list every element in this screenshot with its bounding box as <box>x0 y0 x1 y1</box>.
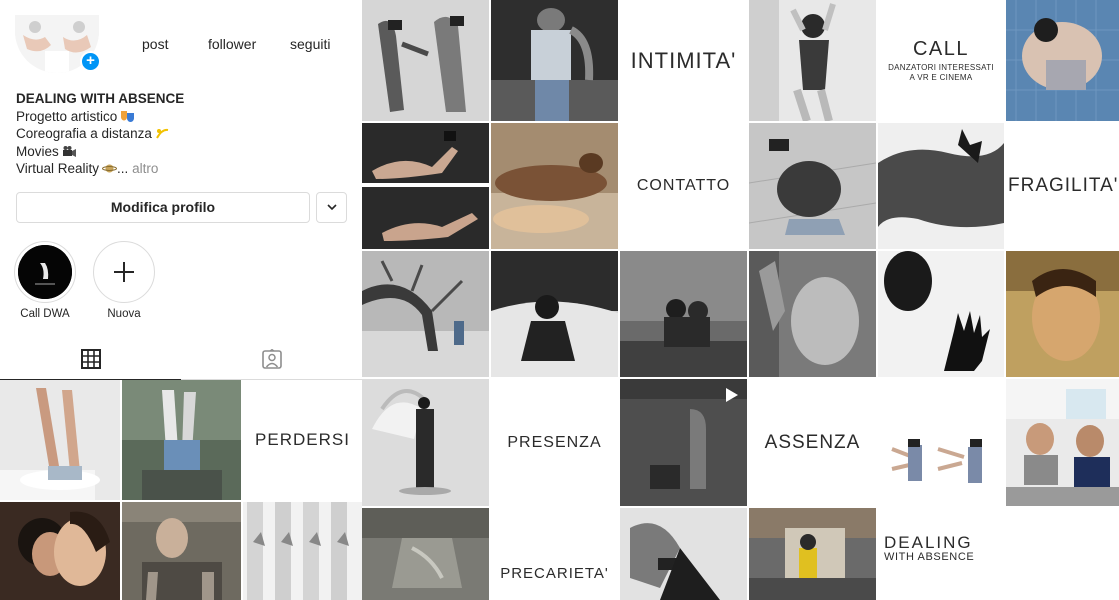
highlight-label: Nuova <box>107 308 141 320</box>
bio-line: Virtual Reality... altro <box>16 160 184 178</box>
grid-post[interactable] <box>1006 379 1119 506</box>
grid-post[interactable] <box>362 0 489 121</box>
highlight-call-dwa[interactable]: Call DWA <box>13 241 77 320</box>
grid-post[interactable] <box>620 508 747 600</box>
new-highlight-circle <box>93 241 155 303</box>
planet-icon <box>102 162 118 175</box>
post-thumbnail[interactable] <box>122 502 241 600</box>
chevron-down-icon <box>326 204 337 211</box>
grid-post[interactable] <box>362 123 489 249</box>
profile-panel: + post follower seguiti DEALING WITH ABS… <box>0 0 362 600</box>
bio-line: Coreografia a distanza <box>16 125 184 143</box>
post-caption: FRAGILITA' <box>1008 175 1119 196</box>
grid-post[interactable] <box>620 379 747 506</box>
post-caption-title: DEALING <box>884 533 973 552</box>
grid-post[interactable] <box>1006 251 1119 377</box>
post-caption-subtitle: DANZATORI INTERESSATI A VR E CINEMA <box>888 63 994 82</box>
post-caption: PERDERSI <box>255 430 350 449</box>
bio-ellipsis: ... <box>117 161 129 176</box>
bio-text: Movies <box>16 143 59 159</box>
post-thumbnail[interactable] <box>243 502 362 600</box>
bio-text: Virtual Reality <box>16 161 100 176</box>
grid-post[interactable] <box>620 251 747 377</box>
grid-post-text[interactable]: PRESENZA <box>491 379 618 506</box>
bio-text: Progetto artistico <box>16 108 118 124</box>
post-thumbnail[interactable] <box>122 380 241 500</box>
bio-more-link[interactable]: altro <box>132 161 158 176</box>
grid-post-text[interactable]: ASSENZA <box>749 379 876 506</box>
profile-bio: DEALING WITH ABSENCE Progetto artistico … <box>16 90 184 178</box>
bio-line: Movies <box>16 143 184 161</box>
grid-icon[interactable] <box>81 349 101 374</box>
dizzy-star-icon <box>155 127 170 140</box>
grid-post[interactable] <box>491 0 618 121</box>
post-caption-subtitle: WITH ABSENCE <box>884 551 975 563</box>
grid-post-text[interactable]: DEALING WITH ABSENCE <box>878 508 1004 600</box>
suggested-accounts-button[interactable] <box>316 192 347 223</box>
grid-post[interactable] <box>491 123 618 249</box>
grid-post[interactable] <box>749 508 876 600</box>
grid-post-text[interactable]: FRAGILITA' <box>1006 123 1119 249</box>
video-play-icon <box>726 388 738 402</box>
plus-icon <box>114 262 134 282</box>
grid-post[interactable] <box>749 0 876 121</box>
following-count-label[interactable]: seguiti <box>290 36 330 52</box>
highlight-new[interactable]: Nuova <box>92 241 156 320</box>
profile-name: DEALING WITH ABSENCE <box>16 91 185 106</box>
highlight-label: Call DWA <box>20 308 70 320</box>
profile-post-grid: PERDERSI <box>0 380 362 600</box>
grid-post[interactable] <box>1006 0 1119 121</box>
theater-masks-icon <box>120 110 135 123</box>
post-caption: PRECARIETA' <box>500 565 609 582</box>
post-thumbnail[interactable] <box>0 380 120 500</box>
tagged-user-icon[interactable] <box>262 348 282 374</box>
grid-post[interactable] <box>749 251 876 377</box>
grid-post[interactable] <box>749 123 876 249</box>
grid-post-text[interactable]: CALL DANZATORI INTERESSATI A VR E CINEMA <box>878 0 1004 121</box>
profile-tabs <box>0 343 362 380</box>
grid-post-text[interactable]: PRECARIETA' <box>491 508 618 600</box>
post-caption: PRESENZA <box>507 433 602 451</box>
photo-grid: INTIMITA' CALL DANZATORI INTERESSATI A V… <box>362 0 1119 600</box>
grid-post-text[interactable]: CONTATTO <box>620 123 747 249</box>
post-caption-title: CALL <box>912 38 970 60</box>
edit-profile-button[interactable]: Modifica profilo <box>16 192 310 223</box>
highlight-cover-image <box>18 245 72 299</box>
post-thumbnail[interactable] <box>0 502 120 600</box>
bio-text: Coreografia a distanza <box>16 126 152 141</box>
grid-post[interactable] <box>362 508 489 600</box>
movie-camera-icon <box>62 145 77 158</box>
grid-post-text[interactable]: INTIMITA' <box>620 0 747 121</box>
grid-post[interactable] <box>491 251 618 377</box>
grid-post[interactable] <box>878 123 1004 249</box>
followers-count-label[interactable]: follower <box>208 36 256 52</box>
post-caption: CONTATTO <box>636 177 731 194</box>
bio-line: Progetto artistico <box>16 108 184 126</box>
post-thumbnail-text[interactable]: PERDERSI <box>243 380 362 500</box>
grid-post[interactable] <box>878 251 1004 377</box>
post-caption: ASSENZA <box>764 431 861 453</box>
post-caption: INTIMITA' <box>630 47 737 73</box>
add-story-icon[interactable]: + <box>80 51 101 72</box>
highlight-cover <box>14 241 76 303</box>
grid-post[interactable] <box>878 379 1004 506</box>
grid-post[interactable] <box>362 251 489 377</box>
grid-post[interactable] <box>362 379 489 506</box>
posts-count-label[interactable]: post <box>142 36 168 52</box>
